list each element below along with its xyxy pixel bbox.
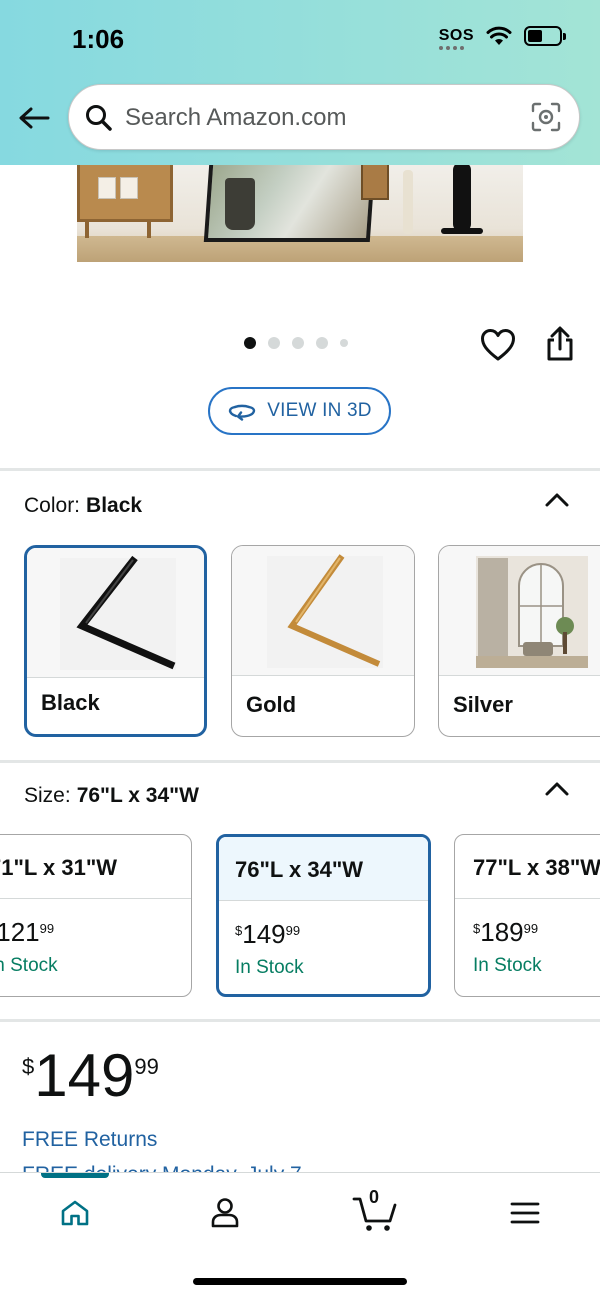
product-image[interactable] bbox=[77, 150, 523, 262]
heart-icon bbox=[481, 329, 515, 361]
black-frame-image bbox=[60, 555, 176, 670]
carousel-dot[interactable] bbox=[340, 339, 348, 347]
size-option-stock: In Stock bbox=[235, 957, 304, 978]
sos-indicator: SOS bbox=[438, 27, 474, 50]
size-option-stock: In Stock bbox=[473, 955, 542, 976]
home-indicator bbox=[193, 1278, 407, 1285]
carousel-dot[interactable] bbox=[268, 337, 280, 349]
color-heading: Color: Black bbox=[24, 494, 142, 518]
selected-color-value: Black bbox=[86, 494, 143, 517]
active-tab-indicator bbox=[41, 1173, 109, 1178]
back-arrow-icon bbox=[19, 107, 50, 129]
rotate-3d-icon bbox=[229, 404, 256, 421]
size-option-name: 76"L x 34"W bbox=[235, 857, 364, 882]
status-icons: SOS bbox=[438, 26, 566, 50]
share-button[interactable] bbox=[543, 326, 577, 362]
size-option-price: $18999 bbox=[473, 917, 539, 947]
color-swatch-image bbox=[232, 546, 414, 676]
color-option-label: Gold bbox=[246, 692, 297, 717]
battery-icon bbox=[524, 26, 566, 46]
search-bar[interactable] bbox=[68, 84, 580, 150]
person-icon bbox=[211, 1198, 239, 1228]
size-label: Size: bbox=[24, 784, 71, 807]
wishlist-button[interactable] bbox=[480, 328, 516, 364]
header: 1:06 SOS bbox=[0, 0, 600, 165]
size-option-76x34[interactable]: 76"L x 34"W $14999 In Stock bbox=[216, 834, 431, 997]
color-option-label: Silver bbox=[453, 692, 513, 717]
bottom-nav: 0 bbox=[0, 1172, 600, 1298]
size-option-77x38[interactable]: 77"L x 38"W $18999 In Stock bbox=[454, 834, 600, 997]
color-option-label: Black bbox=[41, 690, 100, 715]
color-option-gold[interactable]: Gold bbox=[231, 545, 415, 737]
share-icon bbox=[547, 326, 573, 361]
chevron-up-icon[interactable] bbox=[544, 781, 570, 797]
back-button[interactable] bbox=[16, 100, 52, 136]
search-input[interactable] bbox=[125, 101, 525, 135]
free-returns-link[interactable]: FREE Returns bbox=[22, 1128, 157, 1152]
view-in-3d-label: VIEW IN 3D bbox=[267, 400, 372, 421]
signal-dots-icon bbox=[438, 46, 464, 50]
product-price: $14999 bbox=[22, 1042, 159, 1109]
carousel-dot[interactable] bbox=[316, 337, 328, 349]
size-option-71x31[interactable]: 71"L x 31"W $12199 In Stock bbox=[0, 834, 192, 997]
cart-count: 0 bbox=[369, 1187, 380, 1207]
view-in-3d-button[interactable]: VIEW IN 3D bbox=[208, 387, 391, 435]
color-option-silver[interactable]: Silver bbox=[438, 545, 600, 737]
size-option-price: $14999 bbox=[235, 919, 301, 949]
gold-frame-image bbox=[267, 554, 383, 668]
size-option-name: 71"L x 31"W bbox=[0, 855, 118, 880]
color-swatch-image bbox=[27, 548, 204, 678]
nav-home[interactable] bbox=[50, 1191, 100, 1235]
camera-lens-icon[interactable] bbox=[531, 102, 561, 132]
selected-size-value: 76"L x 34"W bbox=[76, 784, 199, 807]
size-option-stock: In Stock bbox=[0, 955, 58, 976]
home-icon bbox=[61, 1200, 89, 1226]
sos-label: SOS bbox=[438, 27, 474, 44]
color-label: Color: bbox=[24, 494, 81, 517]
section-divider bbox=[0, 468, 600, 471]
nav-cart[interactable]: 0 bbox=[350, 1187, 400, 1235]
size-option-name: 77"L x 38"W bbox=[473, 855, 600, 880]
carousel-dots bbox=[244, 337, 348, 349]
section-divider bbox=[0, 1019, 600, 1022]
nav-menu[interactable] bbox=[500, 1191, 550, 1235]
section-divider bbox=[0, 760, 600, 763]
carousel-dot[interactable] bbox=[292, 337, 304, 349]
color-swatch-image bbox=[439, 546, 600, 676]
hamburger-menu-icon bbox=[510, 1202, 540, 1224]
search-icon bbox=[86, 105, 112, 131]
size-option-price: $12199 bbox=[0, 917, 55, 947]
color-option-black[interactable]: Black bbox=[24, 545, 207, 737]
wifi-icon bbox=[486, 26, 512, 45]
status-time: 1:06 bbox=[72, 24, 125, 54]
silver-room-image bbox=[476, 556, 588, 668]
size-heading: Size: 76"L x 34"W bbox=[24, 784, 199, 808]
nav-account[interactable] bbox=[200, 1191, 250, 1235]
delivery-info-partial: FREE delivery Monday, July 7 bbox=[22, 1162, 382, 1172]
chevron-up-icon[interactable] bbox=[544, 492, 570, 508]
carousel-dot[interactable] bbox=[244, 337, 256, 349]
